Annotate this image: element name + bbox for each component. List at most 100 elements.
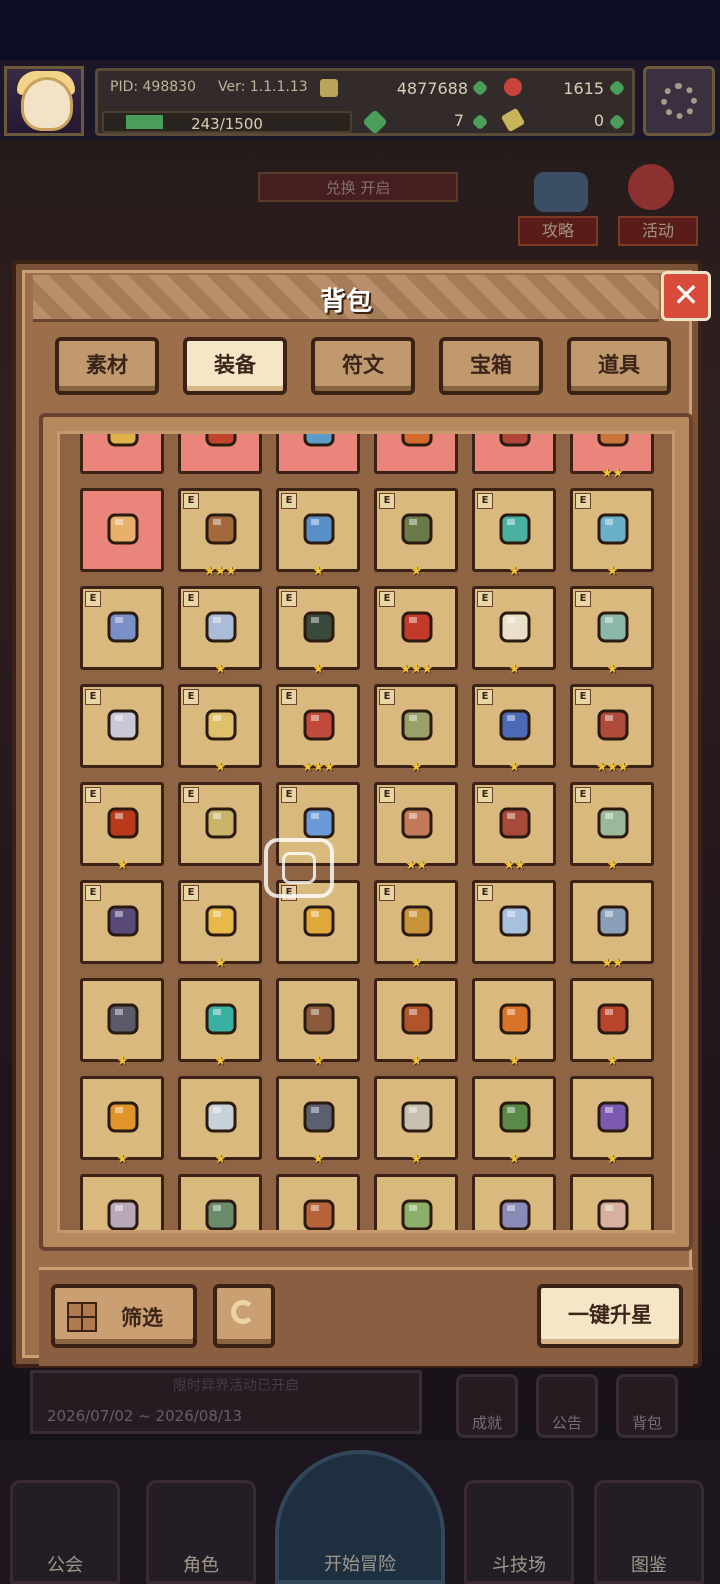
inventory-slot[interactable]: ★ [80, 978, 164, 1069]
inventory-slot[interactable]: E [80, 880, 164, 964]
equipment-icon [395, 997, 439, 1041]
clover-icon [362, 109, 388, 135]
tab-props[interactable]: 道具 [567, 337, 671, 395]
inventory-slot[interactable]: E ★ [178, 880, 262, 971]
avatar[interactable] [4, 66, 84, 136]
inventory-slot[interactable]: E ★ [570, 782, 654, 873]
inventory-slot[interactable] [276, 1174, 360, 1230]
inventory-slot[interactable]: E ★★ [472, 782, 556, 873]
inventory-slot[interactable]: E ★★★ [374, 586, 458, 677]
equipped-badge: E [183, 787, 199, 803]
clover-count: 7 [453, 111, 464, 130]
upgrade-all-button[interactable]: 一键升星 [537, 1284, 683, 1348]
inventory-slot[interactable]: E ★ [374, 684, 458, 775]
inventory-slot[interactable]: ★★ [570, 434, 654, 481]
inventory-slot[interactable]: ★ [570, 978, 654, 1069]
star-rating: ★ [606, 662, 619, 677]
star-rating: ★★ [601, 956, 623, 971]
equipment-icon [199, 1193, 243, 1230]
inventory-slot[interactable]: E ★★★ [570, 684, 654, 775]
plus-icon[interactable] [471, 79, 489, 97]
inventory-slot[interactable]: E [472, 880, 556, 964]
star-rating: ★ [312, 564, 325, 579]
settings-button[interactable] [643, 66, 715, 136]
tab-materials[interactable]: 素材 [55, 337, 159, 395]
equipped-badge: E [85, 885, 101, 901]
inventory-slot[interactable] [80, 1174, 164, 1230]
inventory-slot[interactable]: ★ [80, 1076, 164, 1167]
inventory-slot[interactable]: E ★ [80, 782, 164, 873]
floating-assist-button[interactable] [264, 838, 334, 898]
inventory-slot[interactable] [472, 434, 556, 474]
inventory-slot[interactable]: ★ [374, 978, 458, 1069]
equipment-icon [199, 507, 243, 551]
plus-icon[interactable] [608, 79, 626, 97]
inventory-slot[interactable] [374, 434, 458, 474]
inventory-slot[interactable]: ★★ [570, 880, 654, 971]
equipment-icon [101, 605, 145, 649]
equipment-icon [591, 997, 635, 1041]
inventory-slot[interactable] [276, 434, 360, 474]
inventory-slot[interactable] [80, 488, 164, 572]
inventory-slot[interactable]: E ★ [570, 586, 654, 677]
inventory-slot[interactable]: E ★ [374, 488, 458, 579]
inventory-slot[interactable] [178, 1174, 262, 1230]
equipment-icon [493, 703, 537, 747]
equipment-icon [493, 997, 537, 1041]
inventory-slot[interactable] [80, 434, 164, 474]
inventory-slot[interactable]: ★ [178, 978, 262, 1069]
inventory-slot[interactable]: E ★★★ [276, 684, 360, 775]
refresh-button[interactable] [213, 1284, 275, 1348]
inventory-slot[interactable]: E ★ [178, 684, 262, 775]
equipped-badge: E [477, 885, 493, 901]
inventory-slot[interactable] [472, 1174, 556, 1230]
star-rating: ★ [606, 858, 619, 873]
plus-icon[interactable] [471, 113, 489, 131]
close-button[interactable]: ✕ [661, 271, 711, 321]
inventory-slot[interactable]: ★ [276, 1076, 360, 1167]
inventory-slot[interactable]: ★ [178, 1076, 262, 1167]
equipped-badge: E [85, 787, 101, 803]
inventory-slot[interactable] [374, 1174, 458, 1230]
tab-chests[interactable]: 宝箱 [439, 337, 543, 395]
equipped-badge: E [575, 591, 591, 607]
inventory-slot[interactable]: E ★ [374, 880, 458, 971]
star-rating: ★★★ [204, 564, 237, 579]
tab-equipment[interactable]: 装备 [183, 337, 287, 395]
inventory-slot[interactable]: ★ [374, 1076, 458, 1167]
refresh-icon [231, 1300, 255, 1324]
inventory-slot[interactable]: E ★ [472, 684, 556, 775]
star-rating: ★★ [601, 466, 623, 481]
inventory-slot[interactable]: E [80, 684, 164, 768]
inventory-slot[interactable]: E [178, 782, 262, 866]
title-strip: 背包 [33, 275, 659, 322]
inventory-slot[interactable]: ★ [570, 1076, 654, 1167]
inventory-slot[interactable]: ★ [472, 978, 556, 1069]
inventory-slot[interactable]: E ★★ [374, 782, 458, 873]
inventory-slot[interactable]: E ★ [276, 586, 360, 677]
inventory-grid[interactable]: ★★ E ★★★ E ★ E ★ E ★ E ★ E E ★ E ★ E ★★★ E ★ E ★ E E ★ E ★★★ E ★ E ★ E ★… [57, 431, 675, 1233]
inventory-slot[interactable]: ★ [276, 978, 360, 1069]
star-rating: ★ [214, 662, 227, 677]
inventory-slot[interactable]: E ★ [472, 488, 556, 579]
inventory-slot[interactable]: E ★ [570, 488, 654, 579]
plus-icon[interactable] [608, 113, 626, 131]
equipment-icon [493, 1193, 537, 1230]
star-rating: ★★ [405, 858, 427, 873]
inventory-slot[interactable]: ★ [472, 1076, 556, 1167]
inventory-slot[interactable]: E [80, 586, 164, 670]
inventory-slot[interactable]: E ★ [178, 586, 262, 677]
star-rating: ★ [508, 760, 521, 775]
inventory-slot[interactable]: E ★ [472, 586, 556, 677]
star-rating: ★★★ [400, 662, 433, 677]
tab-runes[interactable]: 符文 [311, 337, 415, 395]
inventory-slot[interactable]: E ★★★ [178, 488, 262, 579]
page-title: 背包 [319, 287, 372, 317]
inventory-slot[interactable]: E ★ [276, 488, 360, 579]
inventory-slot[interactable] [570, 1174, 654, 1230]
exp-bar: 243/1500 [102, 111, 352, 133]
equipment-icon [493, 899, 537, 943]
inventory-slot[interactable] [178, 434, 262, 474]
game-version: Ver: 1.1.1.13 [218, 79, 308, 95]
filter-button[interactable]: 筛选 [51, 1284, 197, 1348]
